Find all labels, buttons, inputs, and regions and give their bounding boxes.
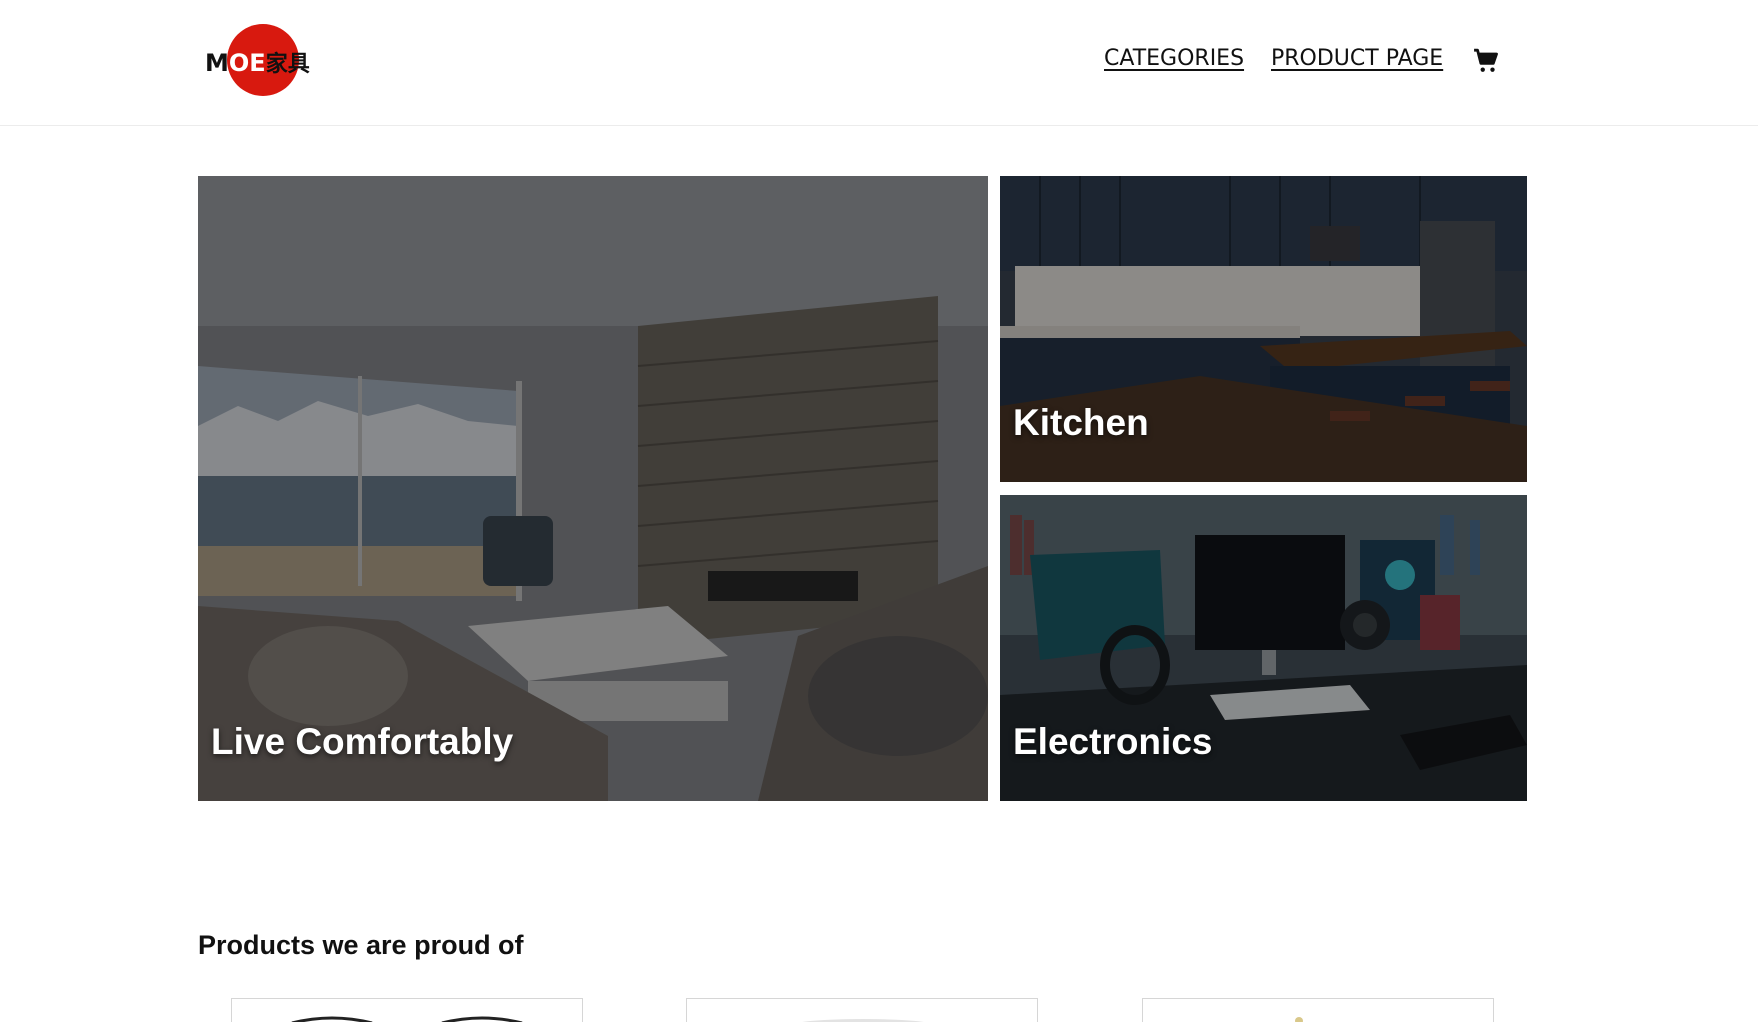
site-header: MOE家具 CATEGORIES PRODUCT PAGE xyxy=(0,0,1758,126)
tile-dark-overlay xyxy=(198,176,988,801)
hero-tile-kitchen[interactable]: Kitchen xyxy=(1000,176,1527,482)
tile-label-kitchen: Kitchen xyxy=(1013,402,1149,443)
tile-label-live-comfortably: Live Comfortably xyxy=(211,721,514,762)
plate-product-image xyxy=(802,1019,924,1022)
nav-link-product-page[interactable]: PRODUCT PAGE xyxy=(1271,46,1443,71)
product-card[interactable] xyxy=(1142,998,1494,1022)
main-nav: CATEGORIES PRODUCT PAGE xyxy=(0,46,1758,78)
glasses-product-image xyxy=(291,1016,523,1022)
nav-link-categories[interactable]: CATEGORIES xyxy=(1104,46,1244,71)
lamp-product-image xyxy=(1295,1017,1303,1022)
hero-tile-live-comfortably[interactable]: Live Comfortably xyxy=(198,176,988,801)
tile-label-electronics: Electronics xyxy=(1013,721,1213,762)
hero-tile-electronics[interactable]: Electronics xyxy=(1000,495,1527,801)
product-card[interactable] xyxy=(686,998,1038,1022)
product-card[interactable] xyxy=(231,998,583,1022)
shopping-cart-icon[interactable] xyxy=(1473,48,1499,74)
products-section-title: Products we are proud of xyxy=(198,930,524,960)
